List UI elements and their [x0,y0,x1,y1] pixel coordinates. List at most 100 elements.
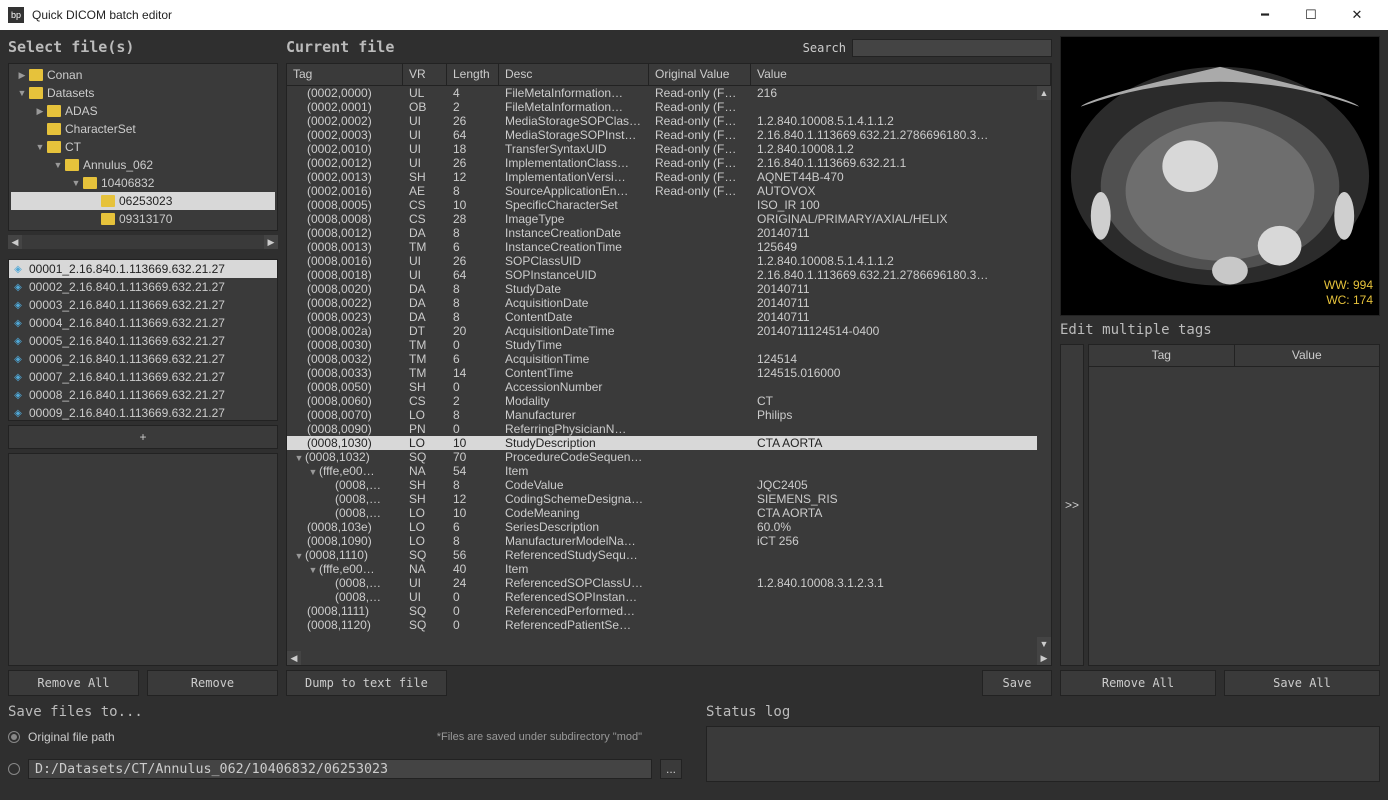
file-icon: ◈ [11,370,25,384]
tag-row[interactable]: (0002,0001)OB2FileMetaInformation…Read-o… [287,100,1051,114]
add-button[interactable]: + [8,425,278,449]
tag-row[interactable]: ▼(fffe,e00…NA54Item [287,464,1051,478]
tag-row[interactable]: (0008,0023)DA8ContentDate20140711 [287,310,1051,324]
col-tag[interactable]: Tag [287,64,403,85]
tree-item[interactable]: 09313170 [11,210,275,228]
file-item[interactable]: ◈00006_2.16.840.1.113669.632.21.27 [9,350,277,368]
tree-item[interactable]: 06253023 [11,192,275,210]
tag-row[interactable]: (0008,0090)PN0ReferringPhysicianN… [287,422,1051,436]
tag-row[interactable]: (0008,0016)UI26SOPClassUID1.2.840.10008.… [287,254,1051,268]
tag-row[interactable]: (0002,0003)UI64MediaStorageSOPInst…Read-… [287,128,1051,142]
tag-row[interactable]: (0008,103e)LO6SeriesDescription60.0% [287,520,1051,534]
add-tag-arrow-button[interactable]: >> [1060,344,1084,666]
file-item[interactable]: ◈00004_2.16.840.1.113669.632.21.27 [9,314,277,332]
save-path-input[interactable] [28,759,652,779]
scroll-right-icon[interactable]: ▶ [264,235,278,249]
scroll-right-icon[interactable]: ▶ [1037,651,1051,665]
col-original-value[interactable]: Original Value [649,64,751,85]
tag-row[interactable]: (0008,1090)LO8ManufacturerModelNa…iCT 25… [287,534,1051,548]
ww-label: WW: 994 [1324,278,1373,294]
tag-row[interactable]: (0008,…SH12CodingSchemeDesigna…SIEMENS_R… [287,492,1051,506]
tag-row[interactable]: (0008,0005)CS10SpecificCharacterSetISO_I… [287,198,1051,212]
minimize-button[interactable]: ━ [1242,0,1288,30]
tag-vscroll[interactable]: ▲ ▼ [1037,86,1051,651]
tag-row[interactable]: (0002,0016)AE8SourceApplicationEn…Read-o… [287,184,1051,198]
file-item[interactable]: ◈00005_2.16.840.1.113669.632.21.27 [9,332,277,350]
tag-row[interactable]: (0002,0000)UL4FileMetaInformation…Read-o… [287,86,1051,100]
search-input[interactable] [852,39,1052,57]
tag-row[interactable]: (0008,0018)UI64SOPInstanceUID2.16.840.1.… [287,268,1051,282]
col-length[interactable]: Length [447,64,499,85]
tree-item[interactable]: ▶Conan [11,66,275,84]
file-list[interactable]: ◈00001_2.16.840.1.113669.632.21.27◈00002… [8,259,278,421]
scroll-up-icon[interactable]: ▲ [1037,86,1051,100]
tag-row[interactable]: ▼(0008,1110)SQ56ReferencedStudySequ… [287,548,1051,562]
tag-row[interactable]: ▼(fffe,e00…NA40Item [287,562,1051,576]
tag-row[interactable]: (0008,…SH8CodeValueJQC2405 [287,478,1051,492]
tag-row[interactable]: (0008,0033)TM14ContentTime124515.016000 [287,366,1051,380]
tag-table-header: Tag VR Length Desc Original Value Value [287,64,1051,86]
file-icon: ◈ [11,280,25,294]
tag-row[interactable]: (0008,0032)TM6AcquisitionTime124514 [287,352,1051,366]
dump-button[interactable]: Dump to text file [286,670,447,696]
tag-row[interactable]: (0008,0060)CS2ModalityCT [287,394,1051,408]
tag-table: Tag VR Length Desc Original Value Value … [286,63,1052,666]
file-item[interactable]: ◈00003_2.16.840.1.113669.632.21.27 [9,296,277,314]
tag-row[interactable]: (0008,1111)SQ0ReferencedPerformed… [287,604,1051,618]
close-button[interactable]: ✕ [1334,0,1380,30]
tag-row[interactable]: (0002,0002)UI26MediaStorageSOPClas…Read-… [287,114,1051,128]
tag-table-body[interactable]: (0002,0000)UL4FileMetaInformation…Read-o… [287,86,1051,651]
tree-hscroll[interactable]: ◀ ▶ [8,235,278,249]
col-desc[interactable]: Desc [499,64,649,85]
image-preview[interactable]: WW: 994 WC: 174 [1060,36,1380,316]
scroll-left-icon[interactable]: ◀ [287,651,301,665]
tree-item[interactable]: ▼10406832 [11,174,275,192]
browse-button[interactable]: ... [660,759,682,779]
file-item[interactable]: ◈00002_2.16.840.1.113669.632.21.27 [9,278,277,296]
col-value[interactable]: Value [751,64,1051,85]
save-button[interactable]: Save [982,670,1052,696]
tag-row[interactable]: (0008,0020)DA8StudyDate20140711 [287,282,1051,296]
tag-row[interactable]: (0008,0030)TM0StudyTime [287,338,1051,352]
file-item[interactable]: ◈00001_2.16.840.1.113669.632.21.27 [9,260,277,278]
tree-item[interactable]: ▼Annulus_062 [11,156,275,174]
tag-row[interactable]: (0008,0070)LO8ManufacturerPhilips [287,408,1051,422]
file-item[interactable]: ◈00009_2.16.840.1.113669.632.21.27 [9,404,277,421]
tag-row[interactable]: (0008,0022)DA8AcquisitionDate20140711 [287,296,1051,310]
tag-row[interactable]: (0008,1120)SQ0ReferencedPatientSe… [287,618,1051,632]
maximize-button[interactable]: ☐ [1288,0,1334,30]
tag-row[interactable]: (0008,…UI24ReferencedSOPClassU…1.2.840.1… [287,576,1051,590]
folder-tree[interactable]: ▶Conan▼Datasets▶ADASCharacterSet▼CT▼Annu… [8,63,278,231]
edit-tags-table[interactable]: Tag Value [1088,344,1380,666]
tag-row[interactable]: (0008,1030)LO10StudyDescriptionCTA AORTA [287,436,1051,450]
tree-item[interactable]: ▼Datasets [11,84,275,102]
tag-row[interactable]: (0008,0008)CS28ImageTypeORIGINAL/PRIMARY… [287,212,1051,226]
tree-item[interactable]: CharacterSet [11,120,275,138]
file-item[interactable]: ◈00008_2.16.840.1.113669.632.21.27 [9,386,277,404]
tag-row[interactable]: (0008,0012)DA8InstanceCreationDate201407… [287,226,1051,240]
scroll-left-icon[interactable]: ◀ [8,235,22,249]
save-all-button[interactable]: Save All [1224,670,1380,696]
file-item[interactable]: ◈00007_2.16.840.1.113669.632.21.27 [9,368,277,386]
tag-row[interactable]: (0008,0013)TM6InstanceCreationTime125649 [287,240,1051,254]
tag-row[interactable]: (0002,0012)UI26ImplementationClass…Read-… [287,156,1051,170]
tag-row[interactable]: (0008,0050)SH0AccessionNumber [287,380,1051,394]
remove-all-button[interactable]: Remove All [8,670,139,696]
tag-hscroll[interactable]: ◀ ▶ [287,651,1051,665]
tree-item[interactable]: ▼CT [11,138,275,156]
edit-remove-all-button[interactable]: Remove All [1060,670,1216,696]
tag-row[interactable]: ▼(0008,1032)SQ70ProcedureCodeSequen… [287,450,1051,464]
tag-row[interactable]: (0008,…LO10CodeMeaningCTA AORTA [287,506,1051,520]
file-icon: ◈ [11,388,25,402]
tag-row[interactable]: (0008,…UI0ReferencedSOPInstan… [287,590,1051,604]
tag-row[interactable]: (0002,0013)SH12ImplementationVersi…Read-… [287,170,1051,184]
file-icon: ◈ [11,406,25,420]
scroll-down-icon[interactable]: ▼ [1037,637,1051,651]
col-vr[interactable]: VR [403,64,447,85]
tree-item[interactable]: ▶ADAS [11,102,275,120]
tag-row[interactable]: (0002,0010)UI18TransferSyntaxUIDRead-onl… [287,142,1051,156]
tag-row[interactable]: (0008,002a)DT20AcquisitionDateTime201407… [287,324,1051,338]
radio-original-path[interactable] [8,731,20,743]
radio-custom-path[interactable] [8,763,20,775]
remove-button[interactable]: Remove [147,670,278,696]
